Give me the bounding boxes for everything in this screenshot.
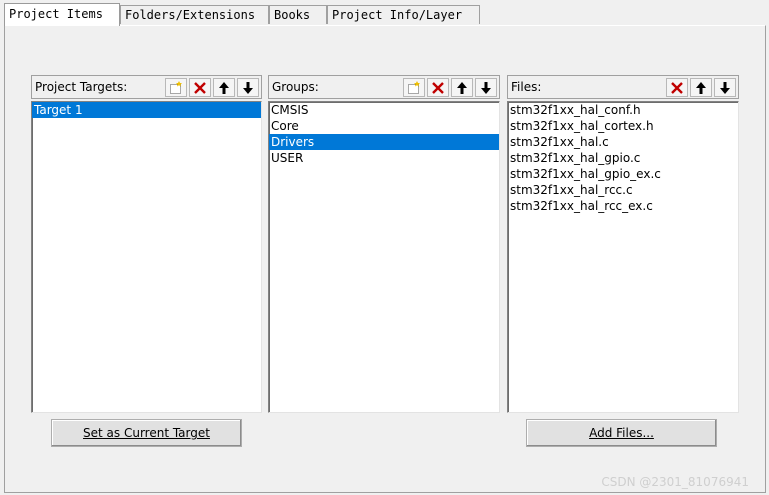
files-group: Files: stm32f1xx_hal_conf.h stm32f1xx_ha… — [507, 75, 739, 413]
list-item-target-1[interactable]: Target 1 — [32, 102, 261, 118]
delete-group-button[interactable] — [427, 78, 449, 97]
move-group-down-button[interactable] — [475, 78, 497, 97]
delete-icon — [194, 81, 206, 94]
tab-project-items[interactable]: Project Items — [4, 3, 120, 26]
groups-group: Groups: CMSIS Core Drivers USER — [268, 75, 500, 413]
move-target-up-button[interactable] — [213, 78, 235, 97]
tab-books[interactable]: Books — [269, 5, 327, 24]
list-item-drivers[interactable]: Drivers — [269, 134, 499, 150]
add-files-button[interactable]: Add Files... — [526, 419, 717, 447]
move-up-icon — [457, 81, 467, 94]
new-target-button[interactable] — [165, 78, 187, 97]
list-item-file[interactable]: stm32f1xx_hal_rcc.c — [508, 182, 738, 198]
project-targets-list[interactable]: Target 1 — [31, 101, 262, 413]
new-item-icon — [170, 80, 182, 94]
delete-file-button[interactable] — [666, 78, 688, 97]
groups-header: Groups: — [268, 75, 500, 99]
move-file-up-button[interactable] — [690, 78, 712, 97]
tab-folders-extensions[interactable]: Folders/Extensions — [120, 5, 269, 24]
move-up-icon — [696, 81, 706, 94]
move-down-icon — [481, 81, 491, 94]
project-targets-group: Project Targets: Target 1 — [31, 75, 262, 413]
move-up-icon — [219, 81, 229, 94]
list-item-file[interactable]: stm32f1xx_hal_gpio.c — [508, 150, 738, 166]
list-item-file[interactable]: stm32f1xx_hal_cortex.h — [508, 118, 738, 134]
add-files-label: Add Files... — [589, 426, 654, 440]
set-as-current-target-button[interactable]: Set as Current Target — [51, 419, 242, 447]
list-item-file[interactable]: stm32f1xx_hal.c — [508, 134, 738, 150]
set-as-current-target-label: Set as Current Target — [83, 426, 210, 440]
move-target-down-button[interactable] — [237, 78, 259, 97]
list-item-cmsis[interactable]: CMSIS — [269, 102, 499, 118]
move-down-icon — [720, 81, 730, 94]
files-list[interactable]: stm32f1xx_hal_conf.h stm32f1xx_hal_corte… — [507, 101, 739, 413]
delete-target-button[interactable] — [189, 78, 211, 97]
watermark: CSDN @2301_81076941 — [601, 475, 749, 489]
list-item-file[interactable]: stm32f1xx_hal_conf.h — [508, 102, 738, 118]
tab-project-info-layer[interactable]: Project Info/Layer — [327, 5, 480, 24]
files-header: Files: — [507, 75, 739, 99]
delete-icon — [671, 81, 683, 94]
move-file-down-button[interactable] — [714, 78, 736, 97]
list-item-user[interactable]: USER — [269, 150, 499, 166]
project-targets-label: Project Targets: — [35, 80, 128, 94]
list-item-file[interactable]: stm32f1xx_hal_gpio_ex.c — [508, 166, 738, 182]
files-toolbar — [664, 78, 736, 97]
new-group-button[interactable] — [403, 78, 425, 97]
delete-icon — [432, 81, 444, 94]
groups-label: Groups: — [272, 80, 319, 94]
list-item-core[interactable]: Core — [269, 118, 499, 134]
move-group-up-button[interactable] — [451, 78, 473, 97]
files-label: Files: — [511, 80, 542, 94]
list-item-file[interactable]: stm32f1xx_hal_rcc_ex.c — [508, 198, 738, 214]
project-targets-toolbar — [163, 78, 259, 97]
new-item-icon — [408, 80, 420, 94]
move-down-icon — [243, 81, 253, 94]
groups-toolbar — [401, 78, 497, 97]
groups-list[interactable]: CMSIS Core Drivers USER — [268, 101, 500, 413]
project-targets-header: Project Targets: — [31, 75, 262, 99]
